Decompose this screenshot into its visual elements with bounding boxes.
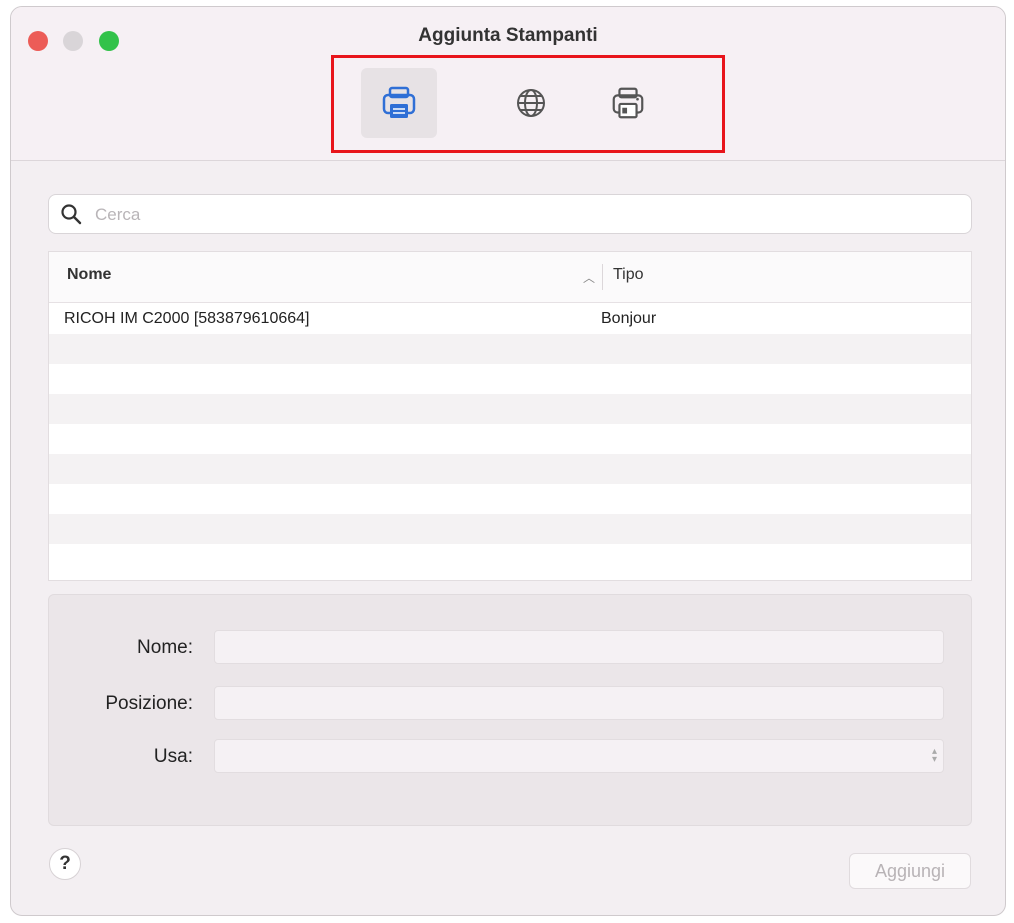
default-printers-button[interactable] bbox=[361, 68, 437, 138]
search-field[interactable] bbox=[48, 194, 972, 234]
sort-ascending-icon: ︿ bbox=[583, 271, 596, 285]
location-label: Posizione: bbox=[105, 693, 193, 714]
empty-row bbox=[49, 394, 971, 424]
search-input[interactable] bbox=[93, 201, 957, 229]
name-field[interactable] bbox=[214, 630, 944, 664]
table-row[interactable]: RICOH IM C2000 [583879610664] Bonjour bbox=[49, 304, 971, 334]
windows-printer-button[interactable] bbox=[590, 68, 666, 138]
printer-name-cell: RICOH IM C2000 [583879610664] bbox=[64, 310, 310, 327]
window-title: Aggiunta Stampanti bbox=[418, 25, 598, 46]
printer-icon bbox=[382, 86, 416, 118]
driver-select[interactable]: ▴ ▾ bbox=[214, 739, 944, 773]
add-button[interactable]: Aggiungi bbox=[849, 853, 971, 889]
popup-chevrons-icon: ▴ ▾ bbox=[931, 746, 937, 765]
printer-details-form: Nome: Posizione: Usa: ▴ ▾ bbox=[48, 594, 972, 826]
location-field[interactable] bbox=[214, 686, 944, 720]
add-printer-window: Aggiunta Stampanti Cerca Nome ︿ Tipo RIC… bbox=[10, 6, 1006, 916]
search-icon bbox=[61, 204, 82, 225]
column-header-name[interactable]: Nome bbox=[67, 266, 111, 284]
printer-list: Nome ︿ Tipo RICOH IM C2000 [583879610664… bbox=[48, 251, 972, 581]
globe-icon bbox=[517, 89, 545, 117]
printer-type-toolbar bbox=[331, 55, 725, 153]
column-header-type[interactable]: Tipo bbox=[613, 266, 644, 284]
help-button[interactable]: ? bbox=[49, 848, 81, 880]
use-label: Usa: bbox=[153, 746, 193, 767]
name-label: Nome: bbox=[137, 637, 193, 658]
printer-type-cell: Bonjour bbox=[601, 310, 657, 327]
column-divider bbox=[602, 264, 603, 290]
title-bar: Aggiunta Stampanti bbox=[11, 7, 1005, 161]
empty-row bbox=[49, 454, 971, 484]
empty-row bbox=[49, 514, 971, 544]
ip-printer-button[interactable] bbox=[493, 68, 569, 138]
table-header: Nome ︿ Tipo bbox=[49, 252, 971, 303]
empty-row bbox=[49, 334, 971, 364]
printer-alt-icon bbox=[612, 87, 644, 119]
